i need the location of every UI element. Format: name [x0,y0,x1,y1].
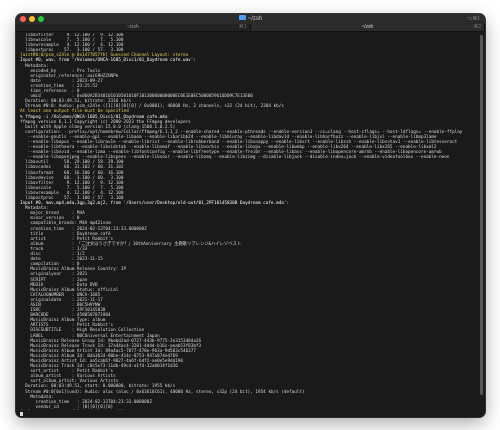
tab-shortcut: ⌘1 [238,24,247,30]
text-cursor [20,412,23,416]
tab-shortcut: ⌘2 [473,24,481,30]
terminal-window: ~/zsh ⌥⌘1 ~/zsh ⌘1 ~/zsh ⌘2 libavfilter … [16,14,485,417]
scrollbar[interactable] [479,33,483,410]
tab-label: ~/zsh [126,24,139,30]
tab-zsh-1[interactable]: ~/zsh ⌘1 [16,24,251,31]
terminal-output[interactable]: libavfilter 9. 12.100 / 9. 12.100 libsws… [20,33,475,410]
status-bar [16,411,485,417]
window-title-text: ~/zsh [247,16,263,22]
scrollbar-thumb[interactable] [480,35,483,395]
title-bar: ~/zsh ⌥⌘1 [16,14,485,24]
folder-icon [238,14,246,20]
tab-bar: ~/zsh ⌘1 ~/zsh ⌘2 [16,24,485,32]
tab-zsh-2[interactable]: ~/zsh ⌘2 [250,24,485,31]
window-title: ~/zsh [16,14,485,23]
tab-label: ~/zsh [361,24,374,30]
window-shortcut: ⌥⌘1 [466,16,480,22]
